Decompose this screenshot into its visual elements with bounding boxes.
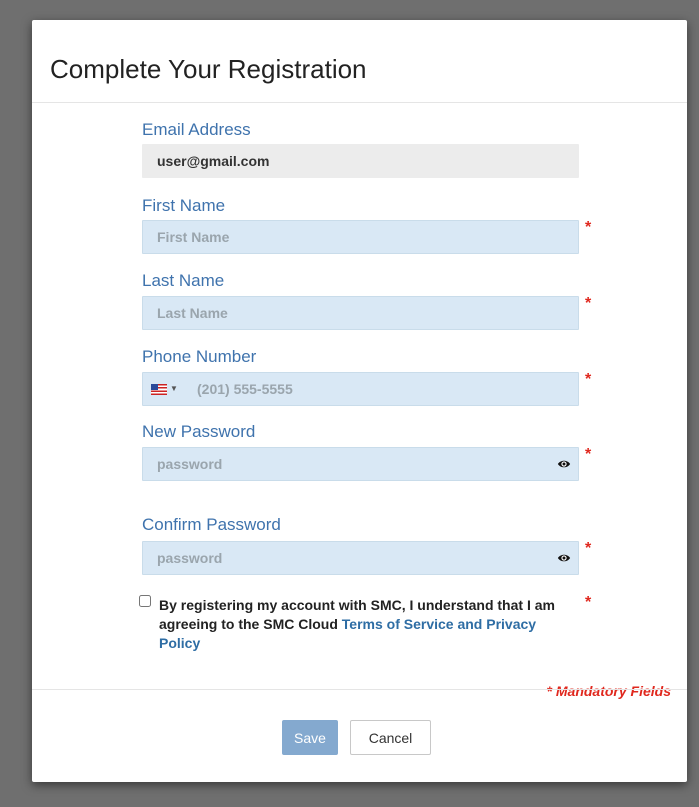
- email-label: Email Address: [142, 120, 251, 139]
- phone-required-mark: *: [585, 371, 592, 388]
- phone-field-group: ▼: [142, 372, 579, 406]
- terms-required-mark: *: [585, 594, 592, 611]
- modal-footer: Save Cancel: [32, 689, 687, 783]
- terms-checkbox[interactable]: [139, 595, 151, 607]
- phone-label: Phone Number: [142, 347, 257, 366]
- phone-input[interactable]: [142, 372, 579, 406]
- terms-text: By registering my account with SMC, I un…: [159, 596, 559, 653]
- new-password-required-mark: *: [585, 446, 592, 463]
- confirm-password-label: Confirm Password: [142, 515, 281, 534]
- first-name-required-mark: *: [585, 219, 592, 236]
- first-name-input[interactable]: [142, 220, 579, 254]
- new-password-input[interactable]: [142, 447, 579, 481]
- confirm-password-group: [142, 541, 579, 575]
- confirm-password-input[interactable]: [142, 541, 579, 575]
- last-name-label: Last Name: [142, 271, 225, 290]
- registration-modal: Complete Your Registration Email Address…: [32, 20, 687, 782]
- email-field[interactable]: [142, 144, 579, 178]
- last-name-input[interactable]: [142, 296, 579, 330]
- first-name-label: First Name: [142, 196, 226, 215]
- country-caret-icon[interactable]: ▼: [170, 384, 178, 393]
- cancel-button[interactable]: Cancel: [350, 720, 431, 755]
- eye-icon[interactable]: [557, 457, 571, 471]
- us-flag-icon[interactable]: [151, 384, 167, 395]
- modal-title: Complete Your Registration: [50, 54, 367, 84]
- new-password-label: New Password: [142, 422, 256, 441]
- save-button[interactable]: Save: [282, 720, 338, 755]
- confirm-password-required-mark: *: [585, 540, 592, 557]
- last-name-required-mark: *: [585, 295, 592, 312]
- modal-header: Complete Your Registration: [32, 20, 687, 103]
- new-password-group: [142, 447, 579, 481]
- eye-icon[interactable]: [557, 551, 571, 565]
